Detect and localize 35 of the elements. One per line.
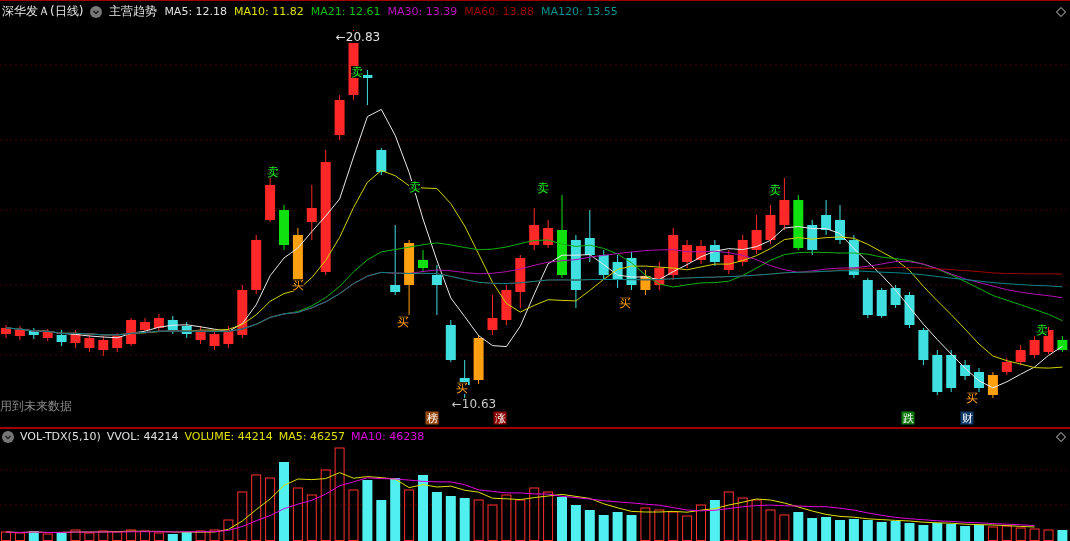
indicator-value: MA10: 46238 bbox=[351, 430, 425, 443]
indicator-value: MA30: 13.39 bbox=[387, 5, 458, 18]
event-badge[interactable]: 榜 bbox=[425, 411, 439, 425]
price-label: ←10.63 bbox=[451, 398, 497, 410]
signal-label: 卖 bbox=[351, 66, 363, 78]
indicator-value: MA120: 13.55 bbox=[540, 5, 618, 18]
indicator-value: MA5: 12.18 bbox=[164, 5, 228, 18]
dropdown-icon[interactable] bbox=[2, 430, 14, 443]
signal-label: 卖 bbox=[409, 181, 421, 193]
signal-label: 卖 bbox=[537, 182, 549, 194]
event-badge[interactable]: 财 bbox=[960, 411, 974, 425]
indicator-name: VOL-TDX(5,10) bbox=[20, 430, 101, 443]
signal-label: 卖 bbox=[769, 184, 781, 196]
dropdown-icon[interactable] bbox=[90, 5, 103, 18]
signal-label: 买 bbox=[966, 392, 978, 404]
indicator-value: VOLUME: 44214 bbox=[184, 430, 273, 443]
signal-label: 卖 bbox=[1036, 324, 1048, 336]
diamond-icon[interactable] bbox=[1056, 431, 1066, 442]
indicator-name[interactable]: 主营趋势 bbox=[109, 3, 158, 20]
event-badge[interactable]: 跌 bbox=[901, 411, 915, 425]
indicator-value: MA10: 11.82 bbox=[234, 5, 304, 18]
future-data-note: 用到未来数据 bbox=[0, 398, 72, 415]
indicator-value: VVOL: 44214 bbox=[106, 430, 179, 443]
signal-label: 卖 bbox=[267, 166, 279, 178]
indicator-value: MA60: 13.88 bbox=[464, 5, 534, 18]
event-badge[interactable]: 涨 bbox=[493, 411, 507, 425]
chart-title: 深华发Ａ(日线) bbox=[2, 3, 84, 20]
signal-label: 买 bbox=[619, 297, 631, 309]
signal-label: 买 bbox=[397, 316, 409, 328]
signal-label: 买 bbox=[456, 382, 468, 394]
price-label: ←20.83 bbox=[335, 31, 381, 43]
signal-label: 买 bbox=[292, 279, 304, 291]
diamond-icon[interactable] bbox=[1056, 6, 1066, 17]
indicator-value: MA5: 46257 bbox=[278, 430, 345, 443]
indicator-value: MA21: 12.61 bbox=[310, 5, 381, 18]
